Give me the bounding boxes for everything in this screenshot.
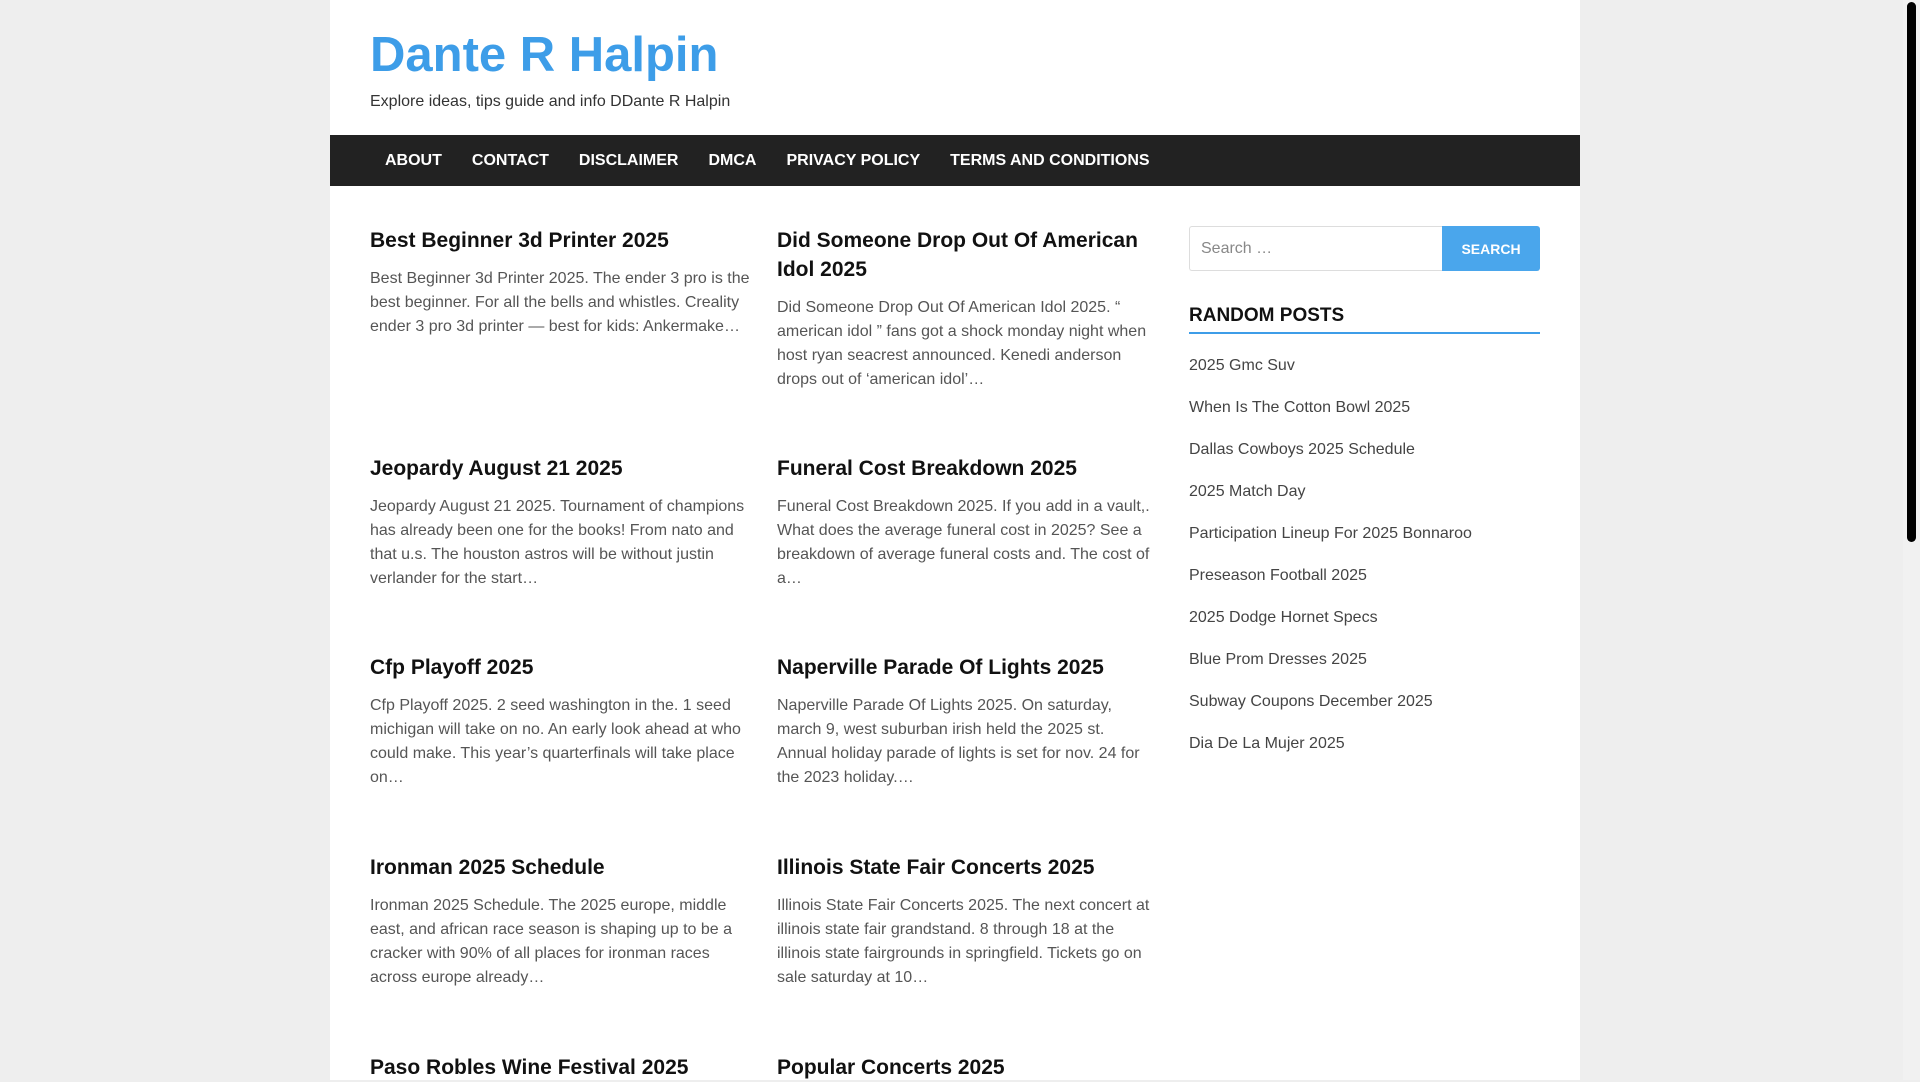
site-header: Dante R Halpin Explore ideas, tips guide… [330, 0, 1580, 135]
post-title[interactable]: Jeopardy August 21 2025 [370, 454, 750, 483]
post-card: Naperville Parade Of Lights 2025 Napervi… [777, 653, 1157, 853]
random-post-link[interactable]: Dallas Cowboys 2025 Schedule [1189, 438, 1540, 480]
site-description: Explore ideas, tips guide and info DDant… [370, 93, 731, 110]
post-title[interactable]: Cfp Playoff 2025 [370, 653, 750, 682]
scrollbar-thumb[interactable] [1907, 2, 1916, 542]
post-card: Funeral Cost Breakdown 2025 Funeral Cost… [777, 454, 1157, 653]
random-post-link[interactable]: 2025 Dodge Hornet Specs [1189, 606, 1540, 648]
post-title[interactable]: Funeral Cost Breakdown 2025 [777, 454, 1157, 483]
main-nav: ABOUT CONTACT DISCLAIMER DMCA PRIVACY PO… [330, 135, 1580, 186]
search-button[interactable]: Search [1442, 226, 1540, 271]
post-card: Did Someone Drop Out Of American Idol 20… [777, 226, 1157, 454]
site-title[interactable]: Dante R Halpin [370, 22, 718, 88]
post-excerpt: Illinois State Fair Concerts 2025. The n… [777, 897, 1150, 986]
random-posts-list: 2025 Gmc Suv When Is The Cotton Bowl 202… [1189, 354, 1540, 774]
post-excerpt: Cfp Playoff 2025. 2 seed washington in t… [370, 697, 741, 786]
post-title[interactable]: Did Someone Drop Out Of American Idol 20… [777, 226, 1157, 284]
post-excerpt: Jeopardy August 21 2025. Tournament of c… [370, 498, 745, 587]
search-form: Search [1189, 226, 1540, 271]
nav-item-privacy-policy[interactable]: PRIVACY POLICY [771, 135, 935, 186]
nav-item-contact[interactable]: CONTACT [457, 135, 564, 186]
nav-item-disclaimer[interactable]: DISCLAIMER [564, 135, 694, 186]
random-post-link[interactable]: When Is The Cotton Bowl 2025 [1189, 396, 1540, 438]
random-post-link[interactable]: 2025 Match Day [1189, 480, 1540, 522]
post-excerpt: Funeral Cost Breakdown 2025. If you add … [777, 498, 1150, 587]
post-title[interactable]: Paso Robles Wine Festival 2025 [370, 1053, 750, 1082]
search-input[interactable] [1189, 226, 1442, 271]
post-card: Cfp Playoff 2025 Cfp Playoff 2025. 2 see… [370, 653, 750, 853]
random-post-link[interactable]: Participation Lineup For 2025 Bonnaroo [1189, 522, 1540, 564]
post-title[interactable]: Ironman 2025 Schedule [370, 853, 750, 882]
post-card: Ironman 2025 Schedule Ironman 2025 Sched… [370, 853, 750, 1053]
random-post-link[interactable]: 2025 Gmc Suv [1189, 354, 1540, 396]
nav-item-about[interactable]: ABOUT [370, 135, 457, 186]
post-excerpt: Ironman 2025 Schedule. The 2025 europe, … [370, 897, 733, 986]
random-post-link[interactable]: Preseason Football 2025 [1189, 564, 1540, 606]
nav-item-terms[interactable]: TERMS AND CONDITIONS [935, 135, 1164, 186]
post-title[interactable]: Naperville Parade Of Lights 2025 [777, 653, 1157, 682]
random-post-link[interactable]: Subway Coupons December 2025 [1189, 690, 1540, 732]
post-list: Best Beginner 3d Printer 2025 Best Begin… [370, 226, 1150, 1082]
page-container: Dante R Halpin Explore ideas, tips guide… [330, 0, 1580, 1080]
random-posts-heading: RANDOM POSTS [1189, 305, 1540, 334]
post-title[interactable]: Illinois State Fair Concerts 2025 [777, 853, 1157, 882]
page-scrollbar[interactable] [1903, 0, 1920, 1080]
random-post-link[interactable]: Dia De La Mujer 2025 [1189, 732, 1540, 774]
post-card: Paso Robles Wine Festival 2025 [370, 1053, 750, 1082]
sidebar: Search RANDOM POSTS 2025 Gmc Suv When Is… [1189, 226, 1540, 774]
post-excerpt: Did Someone Drop Out Of American Idol 20… [777, 299, 1147, 388]
post-card: Best Beginner 3d Printer 2025 Best Begin… [370, 226, 750, 454]
nav-item-dmca[interactable]: DMCA [693, 135, 771, 186]
post-card: Popular Concerts 2025 [777, 1053, 1157, 1082]
post-excerpt: Best Beginner 3d Printer 2025. The ender… [370, 270, 750, 335]
post-title[interactable]: Best Beginner 3d Printer 2025 [370, 226, 750, 255]
random-post-link[interactable]: Blue Prom Dresses 2025 [1189, 648, 1540, 690]
post-card: Illinois State Fair Concerts 2025 Illino… [777, 853, 1157, 1053]
post-card: Jeopardy August 21 2025 Jeopardy August … [370, 454, 750, 653]
post-excerpt: Naperville Parade Of Lights 2025. On sat… [777, 697, 1140, 786]
post-title[interactable]: Popular Concerts 2025 [777, 1053, 1157, 1082]
